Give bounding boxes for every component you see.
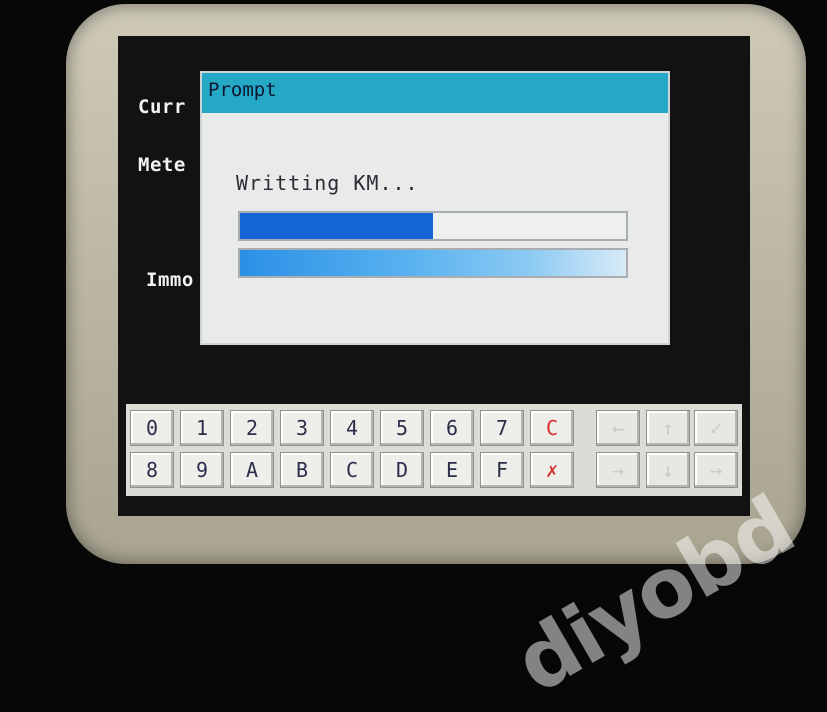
background-label-current: Curr xyxy=(138,96,186,118)
dialog-title: Prompt xyxy=(202,73,668,113)
activity-bar-fill xyxy=(240,250,626,276)
key-0[interactable]: 0 xyxy=(130,410,174,446)
key-2[interactable]: 2 xyxy=(230,410,274,446)
backspace-key[interactable]: ← xyxy=(596,410,640,446)
cancel-key[interactable]: ✗ xyxy=(530,452,574,488)
key-7[interactable]: 7 xyxy=(480,410,524,446)
key-3[interactable]: 3 xyxy=(280,410,324,446)
key-b[interactable]: B xyxy=(280,452,324,488)
key-a[interactable]: A xyxy=(230,452,274,488)
ok-key[interactable]: ✓ xyxy=(694,410,738,446)
key-e[interactable]: E xyxy=(430,452,474,488)
on-screen-keypad: 0 1 2 3 4 5 6 7 C ← ↑ ✓ 8 9 A B C D E F … xyxy=(126,404,742,496)
right-arrow-key[interactable]: → xyxy=(694,452,738,488)
dialog-message: Writting KM... xyxy=(236,171,419,195)
key-f[interactable]: F xyxy=(480,452,524,488)
progress-bar xyxy=(238,211,628,241)
activity-bar xyxy=(238,248,628,278)
clear-key[interactable]: C xyxy=(530,410,574,446)
key-6[interactable]: 6 xyxy=(430,410,474,446)
key-8[interactable]: 8 xyxy=(130,452,174,488)
key-4[interactable]: 4 xyxy=(330,410,374,446)
up-arrow-key[interactable]: ↑ xyxy=(646,410,690,446)
prompt-dialog: Prompt Writting KM... xyxy=(200,71,670,345)
key-5[interactable]: 5 xyxy=(380,410,424,446)
left-arrow-key[interactable]: → xyxy=(596,452,640,488)
down-arrow-key[interactable]: ↓ xyxy=(646,452,690,488)
progress-bar-fill xyxy=(240,213,433,239)
background-label-immo: Immo xyxy=(146,269,194,291)
key-d[interactable]: D xyxy=(380,452,424,488)
key-1[interactable]: 1 xyxy=(180,410,224,446)
key-c[interactable]: C xyxy=(330,452,374,488)
key-9[interactable]: 9 xyxy=(180,452,224,488)
lcd-screen: Curr Mete Immo Prompt Writting KM... 0 1… xyxy=(118,36,750,516)
background-label-meter: Mete xyxy=(138,154,186,176)
